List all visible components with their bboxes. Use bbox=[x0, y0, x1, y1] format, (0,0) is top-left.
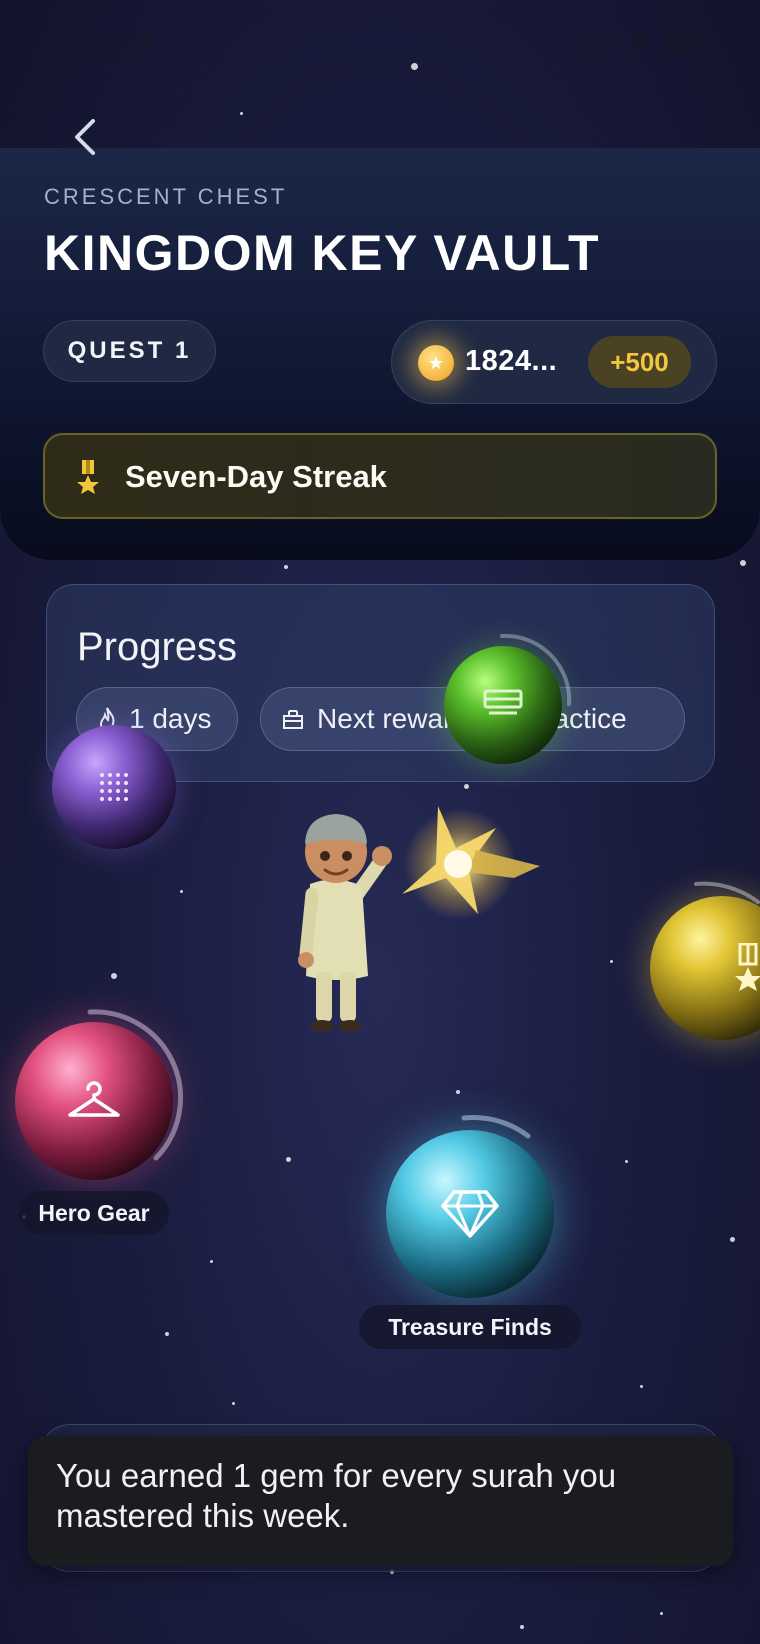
coin-value: 1824... bbox=[465, 345, 558, 377]
streak-label: Seven-Day Streak bbox=[125, 459, 387, 494]
toast-notification: You earned 1 gem for every surah you mas… bbox=[28, 1436, 733, 1566]
diamond-icon bbox=[441, 1190, 499, 1238]
card-icon bbox=[483, 689, 523, 715]
yellow-orb[interactable] bbox=[650, 896, 760, 1040]
toast-message: You earned 1 gem for every surah you mas… bbox=[56, 1457, 617, 1534]
streak-banner[interactable]: Seven-Day Streak bbox=[43, 433, 717, 519]
coin-balance[interactable]: ★ 1824... +500 bbox=[391, 320, 717, 404]
progress-title: Progress bbox=[77, 625, 238, 669]
chevron-left-icon bbox=[75, 119, 95, 155]
coin-bonus-badge: +500 bbox=[588, 336, 691, 388]
gift-icon bbox=[283, 710, 303, 729]
medal-icon bbox=[77, 460, 99, 494]
dots-grid-icon bbox=[100, 773, 128, 801]
treasure-finds-label: Treasure Finds bbox=[359, 1305, 581, 1349]
hanger-icon bbox=[68, 1081, 120, 1117]
page-title: KINGDOM KEY VAULT bbox=[44, 225, 601, 281]
back-button[interactable] bbox=[60, 112, 110, 162]
coin-icon: ★ bbox=[418, 345, 454, 381]
green-orb[interactable] bbox=[444, 646, 562, 764]
hero-character-illustration bbox=[298, 814, 392, 1032]
quest-badge[interactable]: QUEST 1 bbox=[43, 320, 216, 382]
cyan-orb[interactable] bbox=[386, 1130, 554, 1298]
purple-orb[interactable] bbox=[52, 725, 176, 849]
chest-eyebrow: CRESCENT CHEST bbox=[44, 184, 288, 209]
battery-icon bbox=[666, 34, 700, 52]
status-icons bbox=[581, 32, 700, 54]
status-time: 11:20 bbox=[74, 26, 152, 59]
medal-icon bbox=[734, 943, 760, 991]
status-bar: 11:20 bbox=[0, 0, 760, 90]
signal-icon bbox=[581, 33, 610, 53]
sparkle-key-icon bbox=[402, 806, 540, 920]
wifi-icon bbox=[626, 35, 650, 53]
streak-days-label: 1 days bbox=[129, 703, 212, 734]
pink-orb[interactable] bbox=[15, 1022, 173, 1180]
hero-gear-label: Hero Gear bbox=[19, 1191, 169, 1235]
